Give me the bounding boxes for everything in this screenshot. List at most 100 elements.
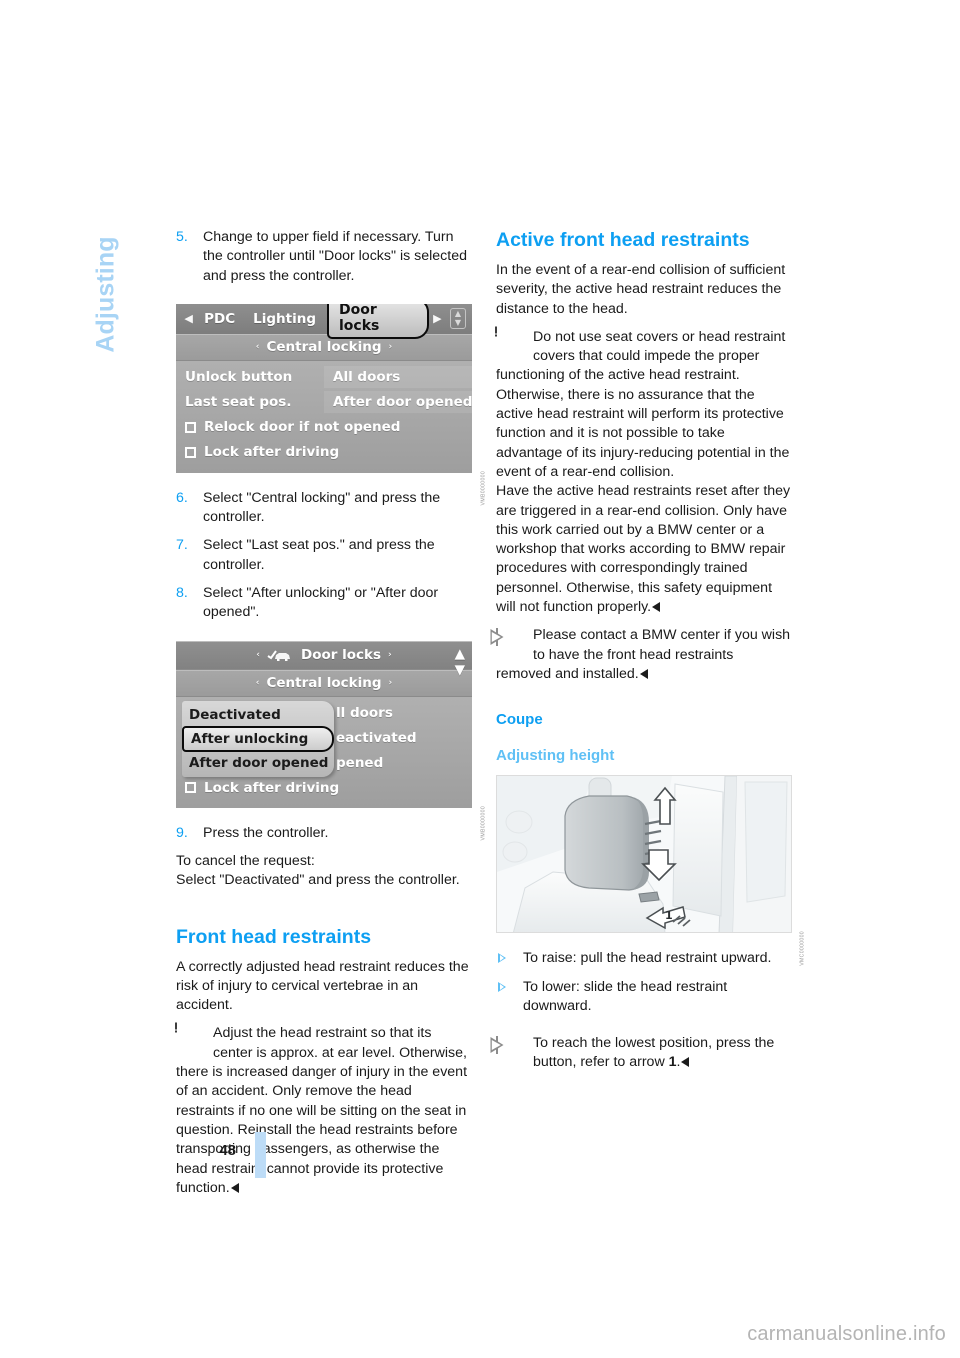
step-item: 6. Select "Central locking" and press th… <box>176 489 472 528</box>
subbar-left-dot: ‹ <box>255 342 260 353</box>
topbar-left-dot: ‹ <box>256 650 260 661</box>
svg-text:1: 1 <box>665 909 673 922</box>
warning-notice-text: Adjust the head restraint so that its ce… <box>176 1025 468 1196</box>
arrow-reference-number: 1 <box>668 1054 677 1071</box>
scroll-updown-icon[interactable]: ▲ ▼ <box>455 646 465 678</box>
warning-triangle-icon <box>486 321 526 356</box>
right-column: Active front head restraints In the even… <box>486 228 806 1073</box>
heading-coupe: Coupe <box>496 711 543 729</box>
idrive-topbar-2: ‹ Door locks › ▲ ▼ <box>176 640 472 678</box>
end-of-notice-marker <box>230 1182 239 1193</box>
step-item: 8. Select "After unlocking" or "After do… <box>176 584 472 623</box>
warning-triangle-icon <box>166 1017 206 1052</box>
figure-code: VMB0000000 <box>480 805 486 841</box>
triangle-bullet-inner <box>499 983 504 990</box>
warning-notice-left: Adjust the head restraint so that its ce… <box>166 1017 472 1198</box>
subbar-title: Central locking <box>266 675 382 692</box>
reset-paragraph-text: Have the active head restraints reset af… <box>496 483 791 616</box>
bullet-to-raise: To raise: pull the head restraint upward… <box>496 949 792 968</box>
heading-front-head-restraints: Front head restraints <box>176 925 372 948</box>
info-triangle-icon <box>490 628 526 654</box>
idrive-setting-row[interactable]: Last seat pos. After door opened <box>176 390 472 415</box>
bullet-text: To lower: slide the head restraint downw… <box>523 978 728 1014</box>
headrest-illustration-figure: 1 VMC0000000 <box>496 775 806 966</box>
end-of-notice-marker <box>652 602 661 613</box>
step-item: 7. Select "Last seat pos." and press the… <box>176 536 472 575</box>
subbar-right-dot: › <box>388 342 393 353</box>
idrive-subbar-2: ‹ Central locking › <box>176 669 472 697</box>
page-footer-rule <box>255 1132 266 1178</box>
step-number: 5. <box>176 229 188 245</box>
idrive-display: ‹ Door locks › ▲ ▼ ‹ Central locking › l… <box>176 640 472 808</box>
info-notice-text: To reach the lowest position, press the … <box>533 1035 775 1071</box>
left-column: 5. Change to upper field if necessary. T… <box>166 228 486 1198</box>
idrive-checkbox-row[interactable]: Lock after driving <box>176 776 472 800</box>
triangle-bullet-inner <box>499 955 504 962</box>
cancel-request-line-1: To cancel the request: <box>176 852 315 869</box>
heading-active-front-head-restraints: Active front head restraints <box>496 229 750 251</box>
watermark: carmanualsonline.info <box>747 1323 946 1345</box>
idrive-option-popup: Deactivated After unlocking After door o… <box>182 700 334 777</box>
checkbox-icon[interactable] <box>185 446 196 458</box>
step-number: 7. <box>176 537 188 554</box>
setting-value[interactable]: All doors <box>324 366 472 389</box>
info-triangle-icon <box>490 1036 526 1062</box>
idrive-subbar-1: ‹ Central locking › <box>176 333 472 361</box>
step-item: 9. Press the controller. <box>176 824 472 843</box>
popup-option-after-unlocking-selected[interactable]: After unlocking <box>182 725 334 752</box>
cancel-request-line-2: Select "Deactivated" and press the contr… <box>176 872 460 889</box>
idrive-body-1: Unlock button All doors Last seat pos. A… <box>176 361 472 473</box>
figure-code: VMB0000000 <box>480 470 486 506</box>
popup-option-deactivated[interactable]: Deactivated <box>182 703 334 727</box>
setting-value[interactable]: After door opened <box>324 391 472 414</box>
step-text: Select "Last seat pos." and press the co… <box>203 537 435 573</box>
step-number: 8. <box>176 585 188 602</box>
warning-notice-text: Do not use seat covers or head restraint… <box>496 328 790 480</box>
idrive-checkbox-row[interactable]: Lock after driving <box>176 440 472 465</box>
warning-notice-right: Do not use seat covers or head restraint… <box>486 321 792 482</box>
heading-adjusting-height: Adjusting height <box>496 747 615 765</box>
scroll-updown-icon[interactable]: ▲ ▼ <box>449 308 466 330</box>
checkbox-icon[interactable] <box>185 421 196 433</box>
setting-label: Unlock button <box>185 369 293 386</box>
right-arrow-icon[interactable]: ▶ <box>431 312 444 325</box>
left-arrow-icon[interactable]: ◀ <box>182 312 195 325</box>
idrive-topbar: ◀ PDC Lighting Door locks ▶ ▲ ▼ <box>176 303 472 340</box>
subbar-right-dot: › <box>388 678 393 689</box>
bullet-to-lower: To lower: slide the head restraint downw… <box>496 978 792 1017</box>
headrest-illustration: 1 <box>496 775 792 934</box>
idrive-screenshot-1: ◀ PDC Lighting Door locks ▶ ▲ ▼ ‹ Central… <box>176 303 486 505</box>
step-text: Press the controller. <box>203 824 329 841</box>
checkbox-label: Relock door if not opened <box>204 419 401 436</box>
active-head-restraints-intro: In the event of a rear-end collision of … <box>496 262 786 317</box>
setting-label: Last seat pos. <box>185 394 292 411</box>
checkbox-label: Lock after driving <box>204 779 340 796</box>
info-notice-bmw-center: Please contact a BMW center if you wish … <box>490 626 792 684</box>
checked-car-icon <box>267 649 291 662</box>
idrive-display: ◀ PDC Lighting Door locks ▶ ▲ ▼ ‹ Central… <box>176 303 472 473</box>
reset-paragraph: Have the active head restraints reset af… <box>496 482 792 617</box>
page-number: 48 <box>219 1142 236 1159</box>
checkbox-label: Lock after driving <box>204 444 340 461</box>
checkbox-icon[interactable] <box>185 782 196 794</box>
idrive-checkbox-row[interactable]: Relock door if not opened <box>176 415 472 440</box>
idrive-tab-pdc[interactable]: PDC <box>195 311 244 327</box>
chapter-tab-label: Adjusting <box>91 236 120 353</box>
end-of-notice-marker <box>639 668 648 679</box>
idrive-screenshot-2: ‹ Door locks › ▲ ▼ ‹ Central locking › l… <box>176 640 486 840</box>
subbar-left-dot: ‹ <box>255 678 260 689</box>
idrive-setting-row[interactable]: Unlock button All doors <box>176 365 472 390</box>
step-text: Change to upper field if necessary. Turn… <box>203 229 467 284</box>
info-notice-lowest-position: To reach the lowest position, press the … <box>490 1034 792 1073</box>
figure-code: VMC0000000 <box>800 931 806 966</box>
topbar-right-dot: › <box>388 650 392 661</box>
topbar-title: Door locks <box>300 647 382 664</box>
end-of-notice-marker <box>681 1057 690 1068</box>
bullet-text: To raise: pull the head restraint upward… <box>523 950 772 967</box>
idrive-tab-lighting[interactable]: Lighting <box>244 311 325 327</box>
popup-option-after-door-opened[interactable]: After door opened <box>182 751 334 775</box>
step-text: Select "After unlocking" or "After door … <box>203 585 439 621</box>
step-number: 9. <box>176 824 188 841</box>
manual-page: Adjusting 5. Change to upper field if ne… <box>0 0 960 1358</box>
idrive-tab-door-locks-selected[interactable]: Door locks <box>327 303 429 340</box>
